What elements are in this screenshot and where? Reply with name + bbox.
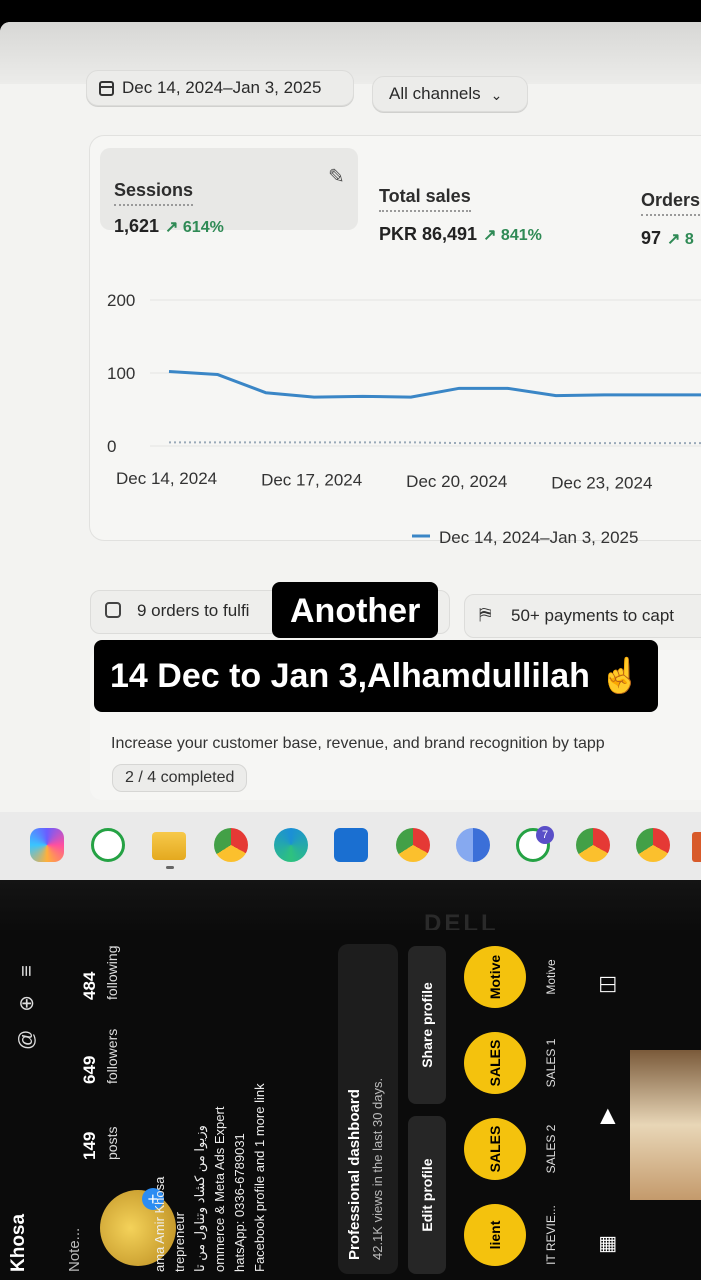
highlight-sales-1[interactable]: SALES [464, 1032, 526, 1094]
y-tick-label: 0 [107, 437, 116, 456]
highlight-label: Motive [544, 959, 558, 995]
inbox-icon [105, 602, 121, 618]
growth-description: Increase your customer base, revenue, an… [111, 735, 605, 752]
bio-line: وزیوا من کشاد وتناول من تا [192, 1125, 207, 1272]
tagged-icon[interactable]: ◫ [594, 975, 619, 994]
bio-line: ama Amir Khosa [152, 1176, 167, 1272]
x-tick-label: Dec 17, 2024 [261, 471, 362, 490]
story-caption-line-2: 14 Dec to Jan 3,Alhamdullilah ☝ [94, 640, 658, 712]
chrome-icon[interactable] [636, 828, 670, 862]
following-label[interactable]: following [104, 946, 120, 1000]
highlight-label: SALES 1 [544, 1038, 558, 1088]
y-tick-label: 100 [107, 364, 135, 383]
bio-line: trepreneur [172, 1212, 187, 1272]
threads-icon[interactable]: @ [16, 1012, 38, 1050]
active-indicator [166, 866, 174, 869]
x-tick-label: Dec 23, 2024 [551, 474, 652, 493]
store-icon[interactable] [334, 828, 368, 862]
file-explorer-icon[interactable] [152, 832, 186, 860]
posts-label: posts [104, 1126, 120, 1160]
legend-label: Dec 14, 2024–Jan 3, 2025 [439, 528, 638, 547]
followers-count[interactable]: 649 [80, 1056, 100, 1084]
following-count[interactable]: 484 [80, 972, 100, 1000]
dashboard-subtitle: 42.1K views in the last 30 days. [370, 1077, 385, 1260]
profile-header-icons: @⊕≡ [14, 947, 39, 1050]
followers-label[interactable]: followers [104, 1029, 120, 1084]
chrome-icon[interactable] [214, 828, 248, 862]
edge-icon[interactable] [274, 828, 308, 862]
payments-to-capture-card[interactable]: ⛿ 50+ payments to capt [464, 594, 701, 638]
highlight-motive[interactable]: Motive [464, 946, 526, 1008]
post-thumbnail[interactable] [630, 1050, 701, 1200]
grid-icon[interactable]: ▦ [594, 1235, 619, 1254]
chrome-icon[interactable] [396, 828, 430, 862]
chart-series [168, 370, 701, 445]
instagram-profile: Khosa @⊕≡ Note... + 149 posts 649 follow… [0, 930, 701, 1280]
bio-link[interactable]: Facebook profile and 1 more link [250, 1083, 270, 1272]
highlight-label: IT REVIE... [544, 1205, 558, 1265]
highlight-client[interactable]: lient [464, 1204, 526, 1266]
chart-grid [150, 299, 701, 447]
add-icon[interactable]: ⊕ [16, 977, 38, 1012]
orders-to-fulfill-text: 9 orders to fulfi [137, 601, 250, 620]
x-tick-label: Dec 20, 2024 [406, 472, 507, 491]
reels-icon[interactable]: ▶ [594, 1109, 619, 1124]
copilot-icon[interactable] [30, 828, 64, 862]
share-profile-button[interactable]: Share profile [408, 946, 446, 1104]
chart-legend: Dec 14, 2024–Jan 3, 2025 [412, 528, 638, 547]
bio-line: ommerce & Meta Ads Expert [212, 1106, 227, 1272]
menu-icon[interactable]: ≡ [16, 947, 38, 977]
highlight-sales-2[interactable]: SALES [464, 1118, 526, 1180]
chrome-icon[interactable] [576, 828, 610, 862]
chrome-icon[interactable] [456, 828, 490, 862]
profile-username: Khosa [8, 1213, 29, 1272]
chart-x-ticks: Dec 14, 2024 Dec 17, 2024 Dec 20, 2024 Dec … [116, 469, 652, 493]
chart-y-ticks: 0 100 200 [107, 291, 135, 456]
payment-icon: ⛿ [479, 605, 492, 624]
posts-count: 149 [80, 1131, 99, 1160]
x-tick-label: Dec 14, 2024 [116, 469, 217, 488]
notification-badge: 7 [536, 826, 554, 844]
series-line-comparison [169, 441, 701, 445]
whatsapp-icon[interactable] [91, 828, 125, 862]
story-caption-line-1: Another [272, 582, 439, 638]
app-icon[interactable] [692, 832, 701, 862]
phone-photo: Khosa @⊕≡ Note... + 149 posts 649 follow… [0, 930, 701, 1280]
edit-profile-button[interactable]: Edit profile [408, 1116, 446, 1274]
progress-badge: 2 / 4 completed [112, 764, 248, 792]
professional-dashboard[interactable]: Professional dashboard 42.1K views in th… [338, 944, 398, 1274]
series-line-current [168, 370, 701, 399]
y-tick-label: 200 [107, 291, 135, 310]
profile-bio: ama Amir Khosa trepreneur وزیوا من کشاد … [150, 1083, 270, 1272]
profile-tabs: ▦ ▶ ◫ [588, 944, 622, 1274]
payments-to-capture-text: 50+ payments to capt [511, 606, 675, 625]
highlight-label: SALES 2 [544, 1124, 558, 1174]
dashboard-title: Professional dashboard [346, 1089, 363, 1260]
bio-line: hatsApp: 0336-6789031 [232, 1133, 247, 1272]
profile-note[interactable]: Note... [66, 1228, 83, 1272]
sessions-line-chart: 0 100 200 Dec 14, 2024 Dec 17, 2024 Dec 20, … [107, 291, 701, 547]
